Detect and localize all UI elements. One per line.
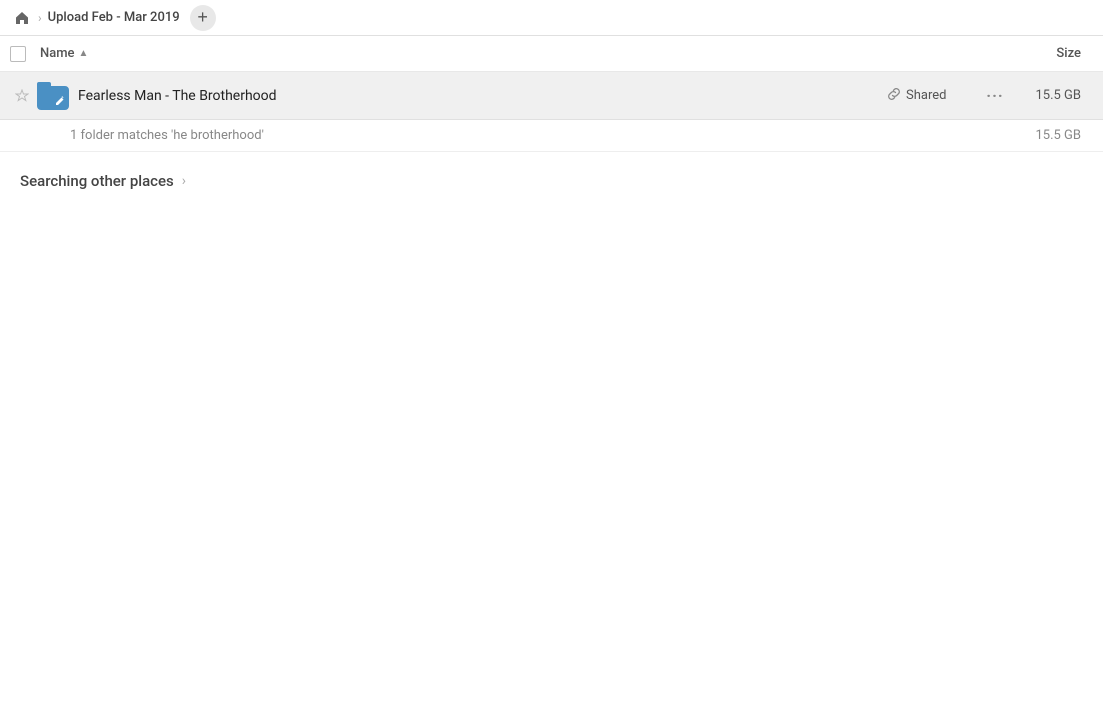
file-size: 15.5 GB [1013,88,1093,103]
breadcrumb-label[interactable]: Upload Feb - Mar 2019 [48,10,180,25]
folder-body [37,86,69,110]
file-row[interactable]: Fearless Man - The Brotherhood Shared ··… [0,72,1103,120]
chevron-right-icon: › [182,173,186,189]
name-column-label: Name [40,46,75,61]
summary-size: 15.5 GB [1035,128,1093,143]
select-all-checkbox[interactable] [10,46,26,62]
more-options-button[interactable]: ··· [977,86,1013,105]
folder-icon [37,82,69,110]
name-column-header[interactable]: Name ▲ [40,46,993,61]
add-button[interactable]: + [190,5,216,31]
file-name: Fearless Man - The Brotherhood [72,88,887,104]
home-icon[interactable] [12,8,32,28]
pen-icon [55,96,65,106]
size-column-header[interactable]: Size [993,46,1093,61]
star-icon[interactable] [10,89,34,103]
column-headers: Name ▲ Size [0,36,1103,72]
folder-icon-col [34,82,72,110]
summary-text: 1 folder matches 'he brotherhood' [70,128,1035,143]
searching-other-places-row[interactable]: Searching other places › [0,152,1103,200]
sort-ascending-icon: ▲ [79,48,89,59]
breadcrumb-separator: › [38,11,42,25]
link-icon [887,87,901,105]
select-all-checkbox-col [10,46,40,62]
summary-row: 1 folder matches 'he brotherhood' 15.5 G… [0,120,1103,152]
shared-status: Shared [887,87,977,105]
searching-label: Searching other places [20,172,174,190]
shared-label: Shared [906,88,946,103]
header-bar: › Upload Feb - Mar 2019 + [0,0,1103,36]
